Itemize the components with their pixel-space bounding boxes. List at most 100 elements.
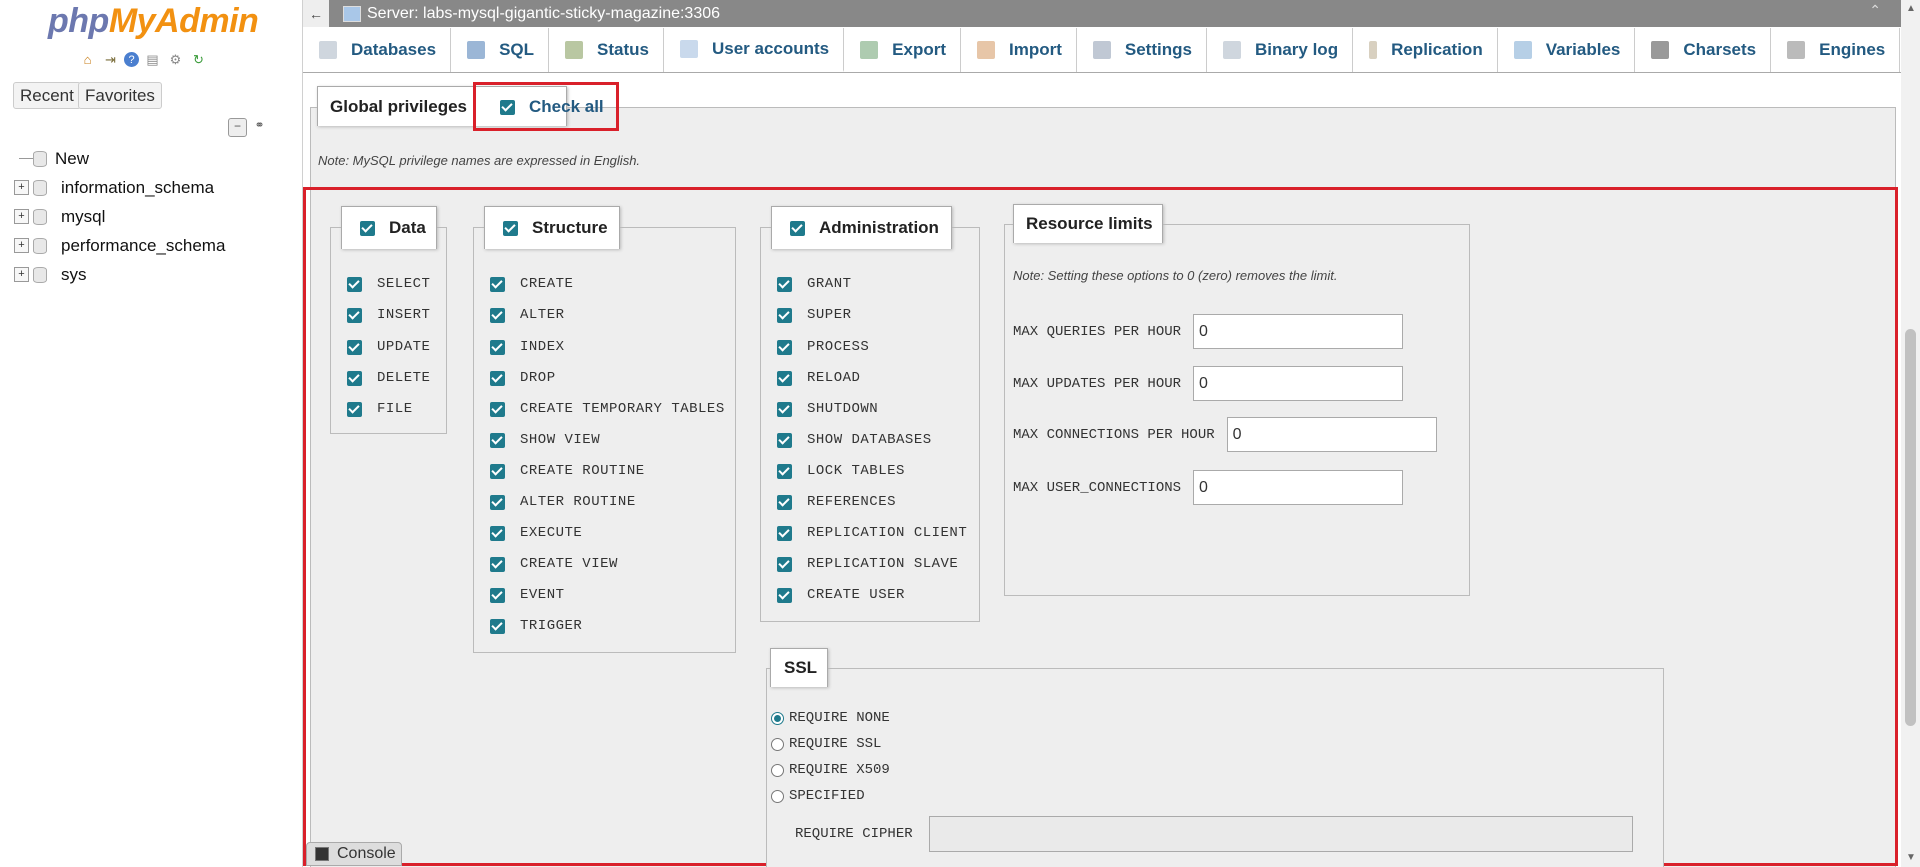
tab-user-accounts[interactable]: User accounts <box>663 28 845 72</box>
checkbox[interactable] <box>490 556 505 572</box>
priv-references[interactable]: REFERENCES <box>777 494 896 510</box>
priv-trigger[interactable]: TRIGGER <box>490 618 582 634</box>
radio-button[interactable] <box>771 711 784 725</box>
max-queries-input[interactable]: 0 <box>1193 314 1404 349</box>
priv-process[interactable]: PROCESS <box>777 339 869 355</box>
tab-settings[interactable]: Settings <box>1077 28 1207 72</box>
priv-create-temporary-tables[interactable]: CREATE TEMPORARY TABLES <box>490 401 725 417</box>
ssl-require-none[interactable]: REQUIRE NONE <box>771 710 890 726</box>
checkbox[interactable] <box>777 370 792 386</box>
help-icon[interactable]: ? <box>124 52 139 67</box>
checkbox[interactable] <box>777 525 792 541</box>
scroll-up-icon[interactable]: ▲ <box>1906 3 1916 14</box>
tab-export[interactable]: Export <box>844 28 961 72</box>
administration-legend[interactable]: Administration <box>771 206 952 249</box>
ssl-require-ssl[interactable]: REQUIRE SSL <box>771 736 881 752</box>
tab-binary-log[interactable]: Binary log <box>1207 28 1354 72</box>
settings-icon[interactable]: ⚙ <box>166 50 185 69</box>
checkbox[interactable] <box>347 307 362 323</box>
check-all-box[interactable] <box>500 99 515 115</box>
checkbox[interactable] <box>777 401 792 417</box>
tab-charsets[interactable]: Charsets <box>1635 28 1772 72</box>
checkbox[interactable] <box>490 432 505 448</box>
data-legend[interactable]: Data <box>341 206 437 249</box>
checkbox[interactable] <box>490 587 505 603</box>
docs-icon[interactable]: ▤ <box>143 50 162 69</box>
expand-icon[interactable]: + <box>14 238 29 253</box>
priv-drop[interactable]: DROP <box>490 370 556 386</box>
tab-replication[interactable]: Replication <box>1353 28 1498 72</box>
priv-shutdown[interactable]: SHUTDOWN <box>777 401 878 417</box>
tree-item-sys[interactable]: + sys <box>14 260 225 289</box>
logout-icon[interactable]: ⇥ <box>101 50 120 69</box>
recent-button[interactable]: Recent <box>13 82 81 109</box>
tab-sql[interactable]: SQL <box>451 28 550 72</box>
checkbox[interactable] <box>347 401 362 417</box>
priv-event[interactable]: EVENT <box>490 587 565 603</box>
priv-select[interactable]: SELECT <box>347 276 430 292</box>
collapse-all-icon[interactable]: − <box>228 118 247 137</box>
priv-create-user[interactable]: CREATE USER <box>777 587 905 603</box>
checkbox[interactable] <box>347 276 362 292</box>
priv-replication-slave[interactable]: REPLICATION SLAVE <box>777 556 958 572</box>
max-updates-input[interactable]: 0 <box>1193 366 1404 401</box>
server-title[interactable]: Server: labs-mysql-gigantic-sticky-magaz… <box>367 5 720 23</box>
priv-show-view[interactable]: SHOW VIEW <box>490 432 600 448</box>
priv-lock-tables[interactable]: LOCK TABLES <box>777 463 905 479</box>
priv-index[interactable]: INDEX <box>490 339 565 355</box>
favorites-button[interactable]: Favorites <box>78 82 162 109</box>
tree-item-new[interactable]: New <box>14 144 225 173</box>
checkbox[interactable] <box>490 494 505 510</box>
priv-file[interactable]: FILE <box>347 401 413 417</box>
radio-button[interactable] <box>771 763 784 777</box>
tab-databases[interactable]: Databases <box>303 28 452 72</box>
priv-create-view[interactable]: CREATE VIEW <box>490 556 618 572</box>
checkbox[interactable] <box>777 556 792 572</box>
administration-group-checkbox[interactable] <box>790 220 805 236</box>
checkbox[interactable] <box>490 525 505 541</box>
priv-show-databases[interactable]: SHOW DATABASES <box>777 432 932 448</box>
priv-create[interactable]: CREATE <box>490 276 573 292</box>
checkbox[interactable] <box>777 432 792 448</box>
home-icon[interactable]: ⌂ <box>78 50 97 69</box>
checkbox[interactable] <box>347 339 362 355</box>
checkbox[interactable] <box>490 339 505 355</box>
tab-import[interactable]: Import <box>961 28 1077 72</box>
phpmyadmin-logo[interactable]: phpMyAdmin <box>48 2 259 41</box>
tree-item-information-schema[interactable]: + information_schema <box>14 173 225 202</box>
checkbox[interactable] <box>490 463 505 479</box>
checkbox[interactable] <box>490 401 505 417</box>
link-icon[interactable]: ⚭ <box>251 118 268 135</box>
structure-legend[interactable]: Structure <box>484 206 620 249</box>
priv-insert[interactable]: INSERT <box>347 307 430 323</box>
priv-super[interactable]: SUPER <box>777 307 852 323</box>
console-button[interactable]: Console <box>306 842 402 866</box>
tree-item-performance-schema[interactable]: + performance_schema <box>14 231 225 260</box>
tab-status[interactable]: Status <box>549 28 664 72</box>
expand-icon[interactable]: + <box>14 180 29 195</box>
ssl-specified[interactable]: SPECIFIED <box>771 788 865 804</box>
checkbox[interactable] <box>777 463 792 479</box>
checkbox[interactable] <box>777 339 792 355</box>
structure-group-checkbox[interactable] <box>503 220 518 236</box>
priv-grant[interactable]: GRANT <box>777 276 852 292</box>
radio-button[interactable] <box>771 737 784 751</box>
checkbox[interactable] <box>777 276 792 292</box>
reload-icon[interactable]: ↻ <box>189 50 208 69</box>
check-all-checkbox[interactable]: Check all <box>500 97 604 117</box>
checkbox[interactable] <box>490 276 505 292</box>
radio-button[interactable] <box>771 789 784 803</box>
max-connections-input[interactable]: 0 <box>1226 417 1437 452</box>
priv-delete[interactable]: DELETE <box>347 370 430 386</box>
collapse-icon[interactable]: ⌃ <box>1869 2 1881 19</box>
scroll-thumb[interactable] <box>1905 329 1916 726</box>
checkbox[interactable] <box>777 494 792 510</box>
checkbox[interactable] <box>777 587 792 603</box>
checkbox[interactable] <box>490 370 505 386</box>
scroll-down-icon[interactable]: ▼ <box>1906 852 1916 863</box>
priv-execute[interactable]: EXECUTE <box>490 525 582 541</box>
back-arrow-icon[interactable]: ← <box>303 0 329 27</box>
checkbox[interactable] <box>490 307 505 323</box>
tab-variables[interactable]: Variables <box>1498 28 1636 72</box>
priv-update[interactable]: UPDATE <box>347 339 430 355</box>
